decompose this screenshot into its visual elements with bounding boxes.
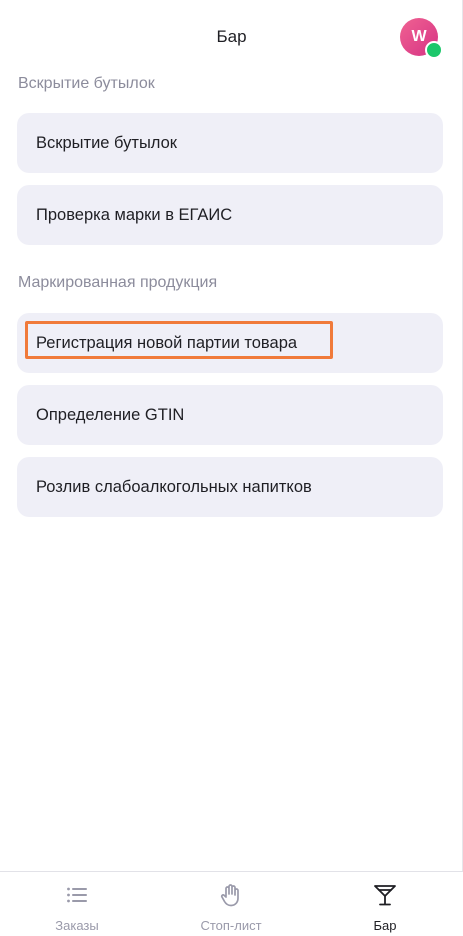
app-header: Бар W	[0, 0, 463, 72]
menu-item-label: Определение GTIN	[36, 405, 185, 424]
menu-item-label: Проверка марки в ЕГАИС	[36, 205, 233, 224]
menu-item-bottle-opening[interactable]: Вскрытие бутылок	[17, 113, 443, 173]
cocktail-glass-icon	[374, 885, 396, 906]
list-icon	[67, 887, 87, 903]
menu-item-register-new-batch[interactable]: Регистрация новой партии товара	[17, 313, 443, 373]
menu-item-egais-check[interactable]: Проверка марки в ЕГАИС	[17, 185, 443, 245]
section-title-bottle-opening: Вскрытие бутылок	[18, 75, 155, 92]
avatar-initial: W	[411, 28, 427, 45]
nav-tab-bar[interactable]: Бар	[308, 872, 462, 936]
nav-tab-orders[interactable]: Заказы	[0, 872, 154, 936]
bar-screen: Бар W Вскрытие бутылок Вскрытие бутылок …	[0, 0, 463, 936]
menu-item-low-alcohol-pouring[interactable]: Розлив слабоалкогольных напитков	[17, 457, 443, 517]
nav-label: Стоп-лист	[200, 918, 262, 933]
menu-item-label: Вскрытие бутылок	[36, 133, 178, 152]
online-status-indicator	[425, 41, 443, 59]
page-title: Бар	[216, 27, 247, 46]
nav-tab-stop-list[interactable]: Стоп-лист	[154, 872, 308, 936]
menu-item-label: Регистрация новой партии товара	[36, 333, 298, 352]
hand-stop-icon	[220, 884, 239, 907]
nav-label: Бар	[373, 918, 397, 933]
bottom-navigation: Заказы Стоп-лист Бар	[0, 871, 463, 936]
menu-item-gtin-detection[interactable]: Определение GTIN	[17, 385, 443, 445]
nav-label: Заказы	[55, 918, 99, 933]
menu-item-label: Розлив слабоалкогольных напитков	[36, 477, 312, 496]
section-title-marked-products: Маркированная продукция	[18, 274, 218, 291]
